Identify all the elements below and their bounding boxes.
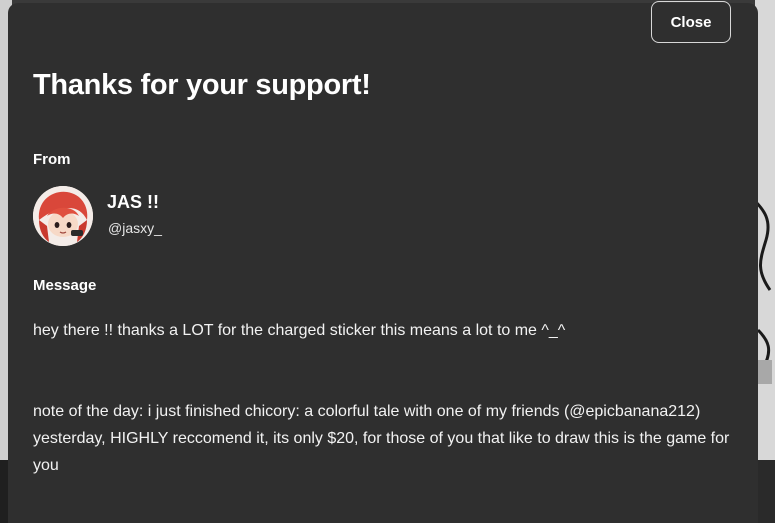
background-bottom-right: [755, 460, 775, 523]
support-thanks-modal: Close Thanks for your support! From JAS …: [8, 1, 758, 523]
message-body: hey there !! thanks a LOT for the charge…: [33, 317, 733, 479]
sender-name: JAS !!: [107, 192, 160, 212]
message-label: Message: [33, 277, 97, 294]
message-paragraph: note of the day: i just finished chicory…: [33, 403, 730, 474]
sender-handle: @jasxy_: [108, 220, 162, 236]
close-button[interactable]: Close: [651, 1, 731, 43]
avatar: [33, 186, 93, 246]
modal-title: Thanks for your support!: [33, 69, 371, 101]
avatar-image: [33, 186, 93, 246]
from-label: From: [33, 151, 71, 168]
message-paragraph: hey there !! thanks a LOT for the charge…: [33, 322, 566, 339]
